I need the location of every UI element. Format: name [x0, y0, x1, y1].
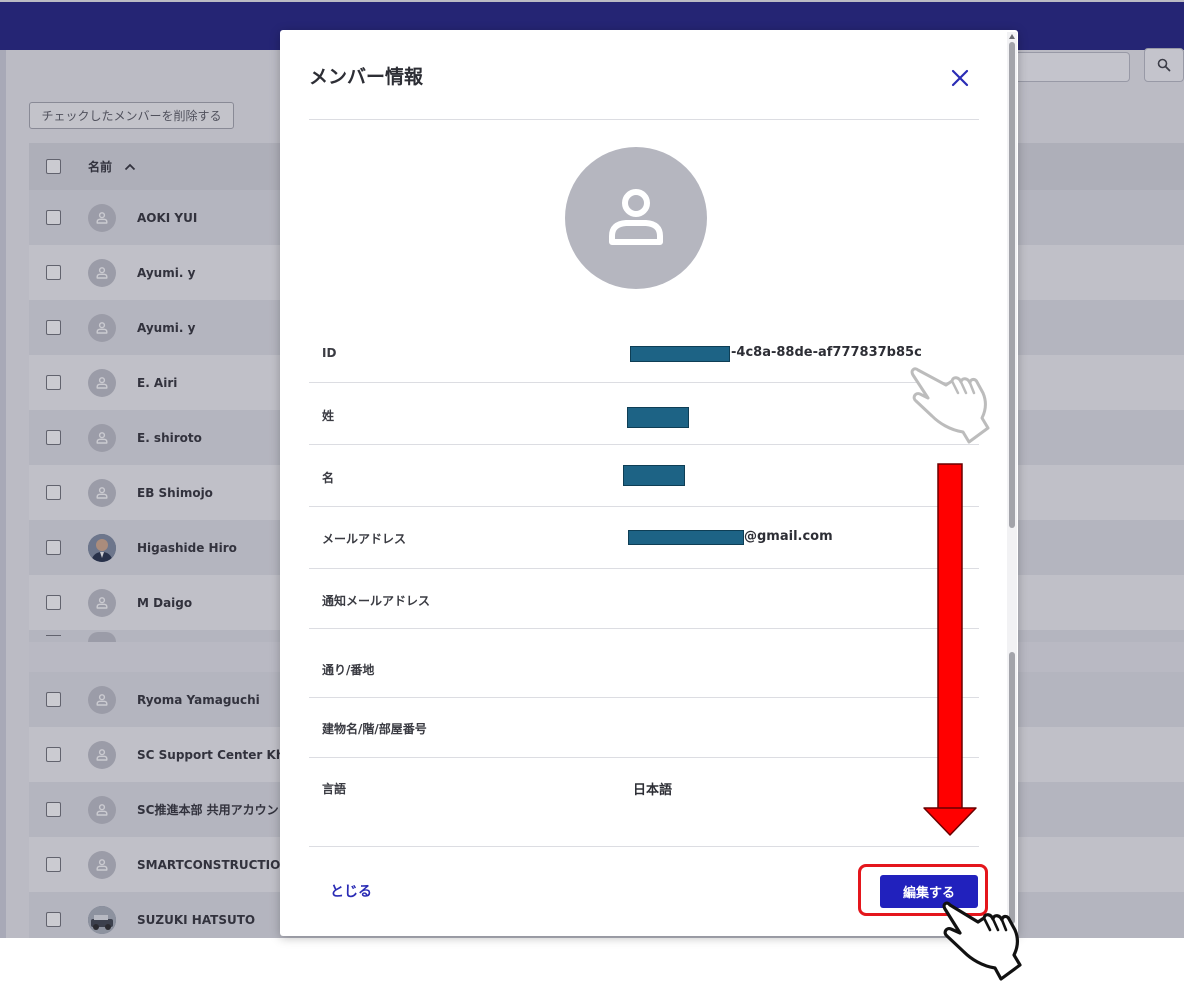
field-first-name: 名 — [309, 445, 979, 507]
field-label: 名 — [322, 471, 335, 485]
field-label: ID — [322, 346, 337, 360]
down-arrow-icon — [923, 463, 977, 836]
close-button[interactable]: とじる — [330, 881, 372, 901]
field-notification-email: 通知メールアドレス — [309, 569, 979, 629]
pointing-hand-icon — [942, 901, 1022, 981]
divider — [309, 119, 979, 120]
field-label: 通り/番地 — [322, 663, 375, 677]
close-icon[interactable] — [948, 66, 972, 90]
divider — [309, 846, 979, 847]
member-avatar — [565, 147, 707, 289]
field-last-name: 姓 — [309, 383, 979, 445]
person-icon — [609, 189, 663, 245]
redacted-block — [628, 530, 744, 545]
field-value: 日本語 — [633, 783, 673, 798]
field-language: 言語 日本語 — [309, 758, 979, 818]
pointing-hand-icon — [910, 367, 990, 444]
field-label: 言語 — [322, 782, 347, 796]
field-label: メールアドレス — [322, 532, 407, 546]
screen: チェックしたメンバーを削除する 名前 AOKI YUI Ayumi. y Ayumi… — [0, 0, 1184, 989]
field-label: 通知メールアドレス — [322, 594, 431, 608]
scroll-up-arrow-icon[interactable] — [1008, 32, 1016, 42]
field-email: メールアドレス @gmail.com — [309, 507, 979, 569]
redacted-block — [623, 465, 685, 486]
field-label: 姓 — [322, 409, 335, 423]
member-info-dialog: メンバー情報 ID -4c8a-88de-af777837b85c 姓 名 メー… — [280, 30, 1018, 936]
field-street: 通り/番地 — [309, 629, 979, 698]
redacted-block — [627, 407, 689, 428]
redacted-block — [630, 346, 730, 362]
scrollbar-thumb-lower[interactable] — [1009, 652, 1015, 924]
field-label: 建物名/階/部屋番号 — [322, 722, 427, 736]
field-building: 建物名/階/部屋番号 — [309, 698, 979, 758]
scrollbar-thumb[interactable] — [1009, 42, 1015, 528]
field-value: @gmail.com — [744, 529, 833, 544]
dialog-title: メンバー情報 — [309, 66, 424, 88]
field-value: -4c8a-88de-af777837b85c — [731, 345, 922, 360]
field-id: ID -4c8a-88de-af777837b85c — [309, 320, 979, 383]
